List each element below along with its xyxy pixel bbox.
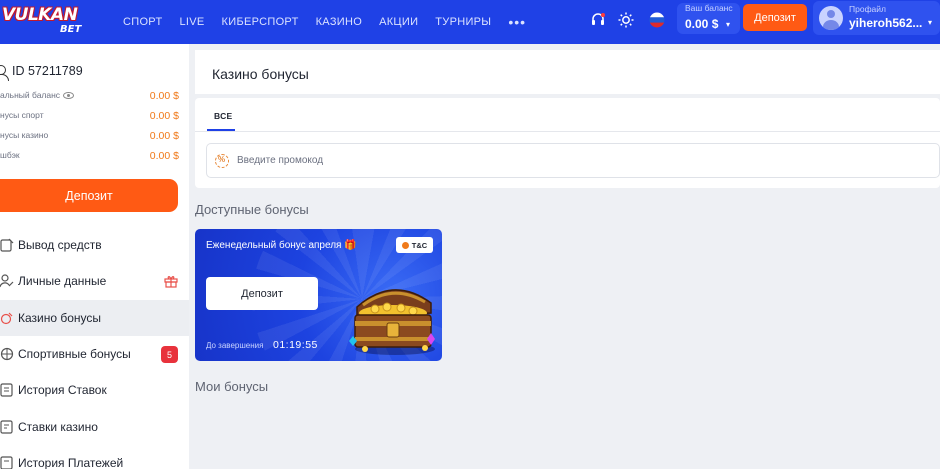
tab-all[interactable]: ВСЕ — [214, 111, 233, 121]
eye-icon[interactable] — [63, 92, 75, 100]
nav-item-casino[interactable]: КАЗИНО — [316, 16, 362, 28]
sidebar-item-withdraw[interactable]: Вывод средств — [0, 227, 189, 263]
user-id-text: ID 57211789 — [12, 64, 83, 78]
treasure-chest-image — [345, 269, 440, 357]
payments-icon — [0, 456, 14, 469]
balance-row-value: 0.00 $ — [149, 90, 179, 102]
info-dot-icon — [401, 241, 409, 249]
countdown-label: До завершения — [206, 341, 264, 350]
balance-row-label: альный баланс — [0, 90, 61, 100]
balance-row-value: 0.00 $ — [149, 130, 179, 142]
tab-divider — [195, 131, 940, 132]
casino-bets-icon — [0, 420, 14, 434]
balance-row-label: шбэк — [0, 150, 20, 160]
balance-row-cashback: шбэк 0.00 $ — [0, 150, 179, 164]
sidebar-item-label: Вывод средств — [18, 238, 102, 252]
bonus-card: Еженедельный бонус апреля 🎁 T&C Депозит … — [195, 229, 442, 361]
logo-text-top: VULKAN — [2, 5, 78, 25]
header-deposit-button[interactable]: Депозит — [743, 4, 807, 31]
sidebar-item-label: Ставки казино — [18, 420, 98, 434]
vulkan-bet-logo[interactable]: VULKAN BET — [2, 5, 94, 39]
sidebar-item-casino-bonuses[interactable]: Казино бонусы — [0, 300, 189, 336]
user-edit-icon — [0, 274, 14, 288]
history-icon — [0, 383, 14, 397]
main-nav: СПОРТ LIVE КИБЕРСПОРТ КАЗИНО АКЦИИ ТУРНИ… — [123, 0, 526, 44]
gift-icon — [164, 274, 178, 288]
sidebar-item-label: Казино бонусы — [18, 311, 102, 325]
promocode-placeholder: Введите промокод — [237, 155, 324, 166]
nav-item-promotions[interactable]: АКЦИИ — [379, 16, 418, 28]
avatar — [819, 6, 843, 30]
profile-label: Профайл — [849, 4, 886, 14]
user-id: ID 57211789 — [0, 64, 83, 81]
sidebar-item-label: Спортивные бонусы — [18, 347, 131, 361]
bonus-card-title: Еженедельный бонус апреля 🎁 — [206, 240, 357, 251]
nav-item-live[interactable]: LIVE — [179, 16, 204, 28]
page-title: Казино бонусы — [212, 66, 309, 82]
balance-row-casino-bonus: нусы казино 0.00 $ — [0, 130, 179, 144]
balance-row-label: нусы казино — [0, 130, 49, 140]
balance-row-value: 0.00 $ — [149, 150, 179, 162]
balance-row-label: нусы спорт — [0, 110, 44, 120]
user-icon — [0, 64, 10, 81]
sidebar-deposit-button[interactable]: Депозит — [0, 179, 178, 212]
theme-sun-icon[interactable] — [615, 9, 637, 31]
sidebar-item-label: История Ставок — [18, 383, 107, 397]
available-bonuses-title: Доступные бонусы — [195, 202, 309, 217]
countdown-timer: 01:19:55 — [273, 339, 318, 351]
promocode-input[interactable]: Введите промокод — [206, 143, 940, 178]
bonus-deposit-button[interactable]: Депозит — [206, 277, 318, 310]
profile-username: yiheroh562... — [849, 16, 923, 30]
terms-label: T&C — [411, 240, 428, 250]
chevron-down-icon: ▾ — [726, 20, 731, 29]
terms-button[interactable]: T&C — [396, 237, 433, 253]
account-sidebar: ID 57211789 альный баланс 0.00 $ нусы сп… — [0, 44, 189, 469]
nav-more-button[interactable]: ••• — [508, 14, 526, 30]
balance-value: 0.00 $ — [685, 17, 719, 31]
sidebar-item-label: Личные данные — [18, 274, 107, 288]
sport-bonus-icon — [0, 347, 14, 361]
sidebar-item-label: История Платежей — [18, 456, 124, 469]
sidebar-item-casino-bets[interactable]: Ставки казино — [0, 409, 189, 445]
chevron-down-icon: ▾ — [928, 18, 933, 27]
nav-item-esports[interactable]: КИБЕРСПОРТ — [222, 16, 299, 28]
promo-percent-icon — [215, 154, 229, 168]
top-header: VULKAN BET СПОРТ LIVE КИБЕРСПОРТ КАЗИНО … — [0, 0, 940, 44]
sidebar-item-payment-history[interactable]: История Платежей — [0, 445, 189, 469]
balance-row-value: 0.00 $ — [149, 110, 179, 122]
withdraw-icon — [0, 238, 14, 252]
my-bonuses-title: Мои бонусы — [195, 379, 269, 394]
nav-item-sport[interactable]: СПОРТ — [123, 16, 162, 28]
sidebar-item-sport-bonuses[interactable]: Спортивные бонусы 5 — [0, 336, 189, 372]
sidebar-item-bet-history[interactable]: История Ставок — [0, 372, 189, 408]
sidebar-item-personal-data[interactable]: Личные данные — [0, 263, 189, 299]
page-header: Казино бонусы — [195, 50, 940, 94]
language-flag-ru-icon[interactable] — [646, 9, 668, 31]
balance-label: Ваш баланс — [685, 3, 733, 13]
bonus-filter-card: ВСЕ Введите промокод — [195, 98, 940, 188]
balance-row-main: альный баланс 0.00 $ — [0, 90, 179, 104]
support-headset-icon[interactable] — [587, 9, 609, 31]
logo-text-bottom: BET — [60, 24, 82, 35]
casino-bonus-icon — [0, 311, 14, 325]
balance-info: Ваш баланс 0.00 $ ▾ — [678, 3, 740, 33]
nav-item-tournaments[interactable]: ТУРНИРЫ — [435, 16, 491, 28]
notification-badge: 5 — [161, 346, 178, 363]
balance-row-sport-bonus: нусы спорт 0.00 $ — [0, 110, 179, 124]
